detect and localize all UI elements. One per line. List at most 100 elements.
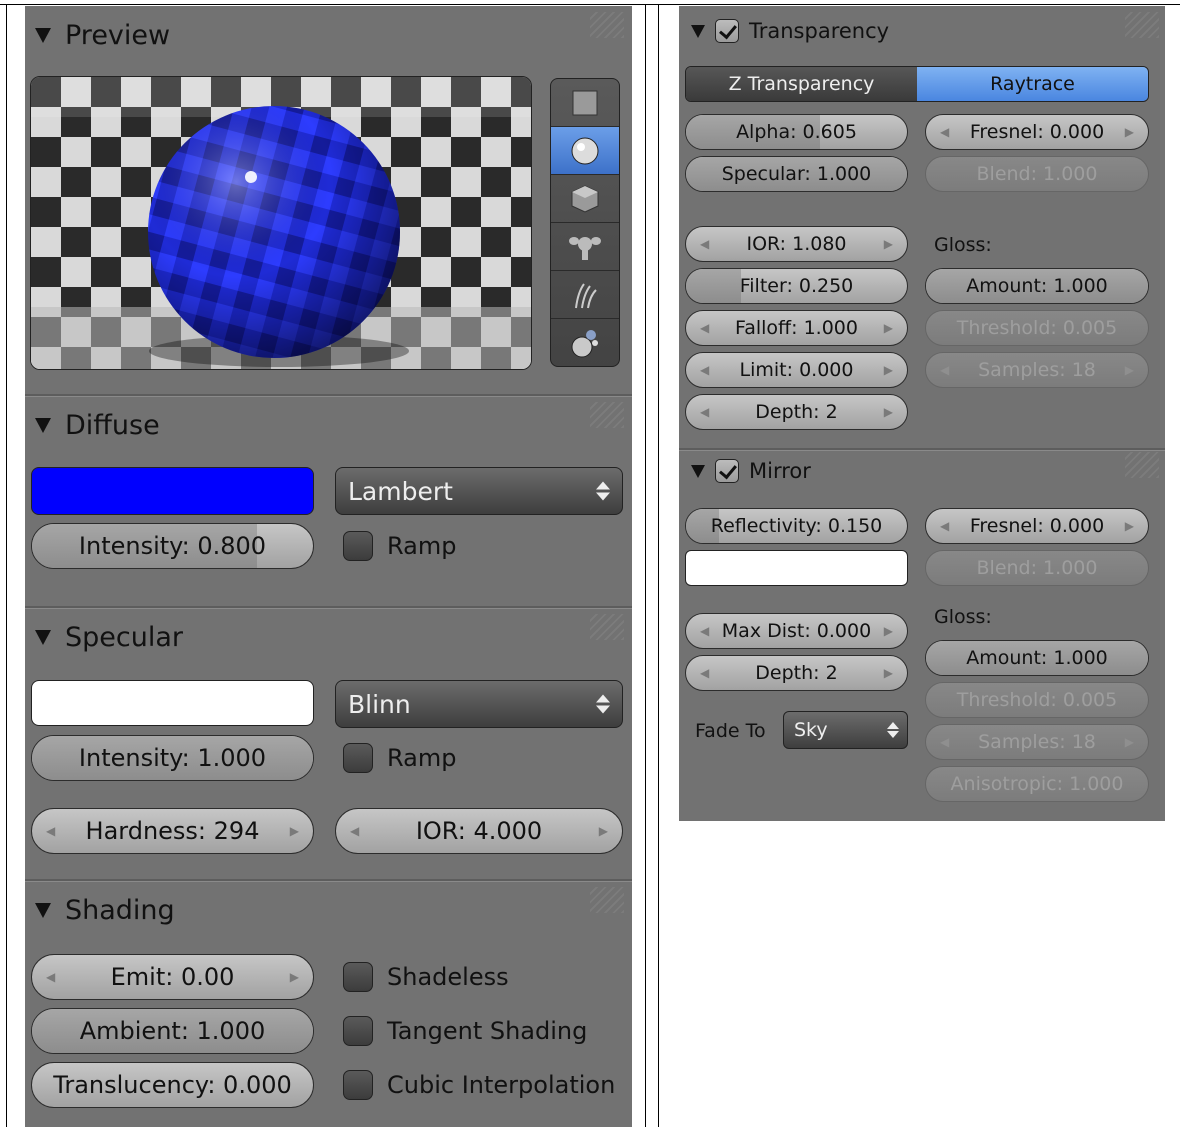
cube-icon xyxy=(571,184,599,213)
transparency-ior-field[interactable]: ◀ IOR: 1.080 ▶ xyxy=(685,226,908,262)
transparency-panel-header[interactable]: Transparency xyxy=(691,19,889,43)
decrement-arrow-icon[interactable]: ◀ xyxy=(700,237,709,251)
transparency-blend-slider[interactable]: Blend: 1.000 xyxy=(925,156,1149,192)
increment-arrow-icon[interactable]: ▶ xyxy=(884,363,893,377)
transparency-limit-field[interactable]: ◀ Limit: 0.000 ▶ xyxy=(685,352,908,388)
shading-panel-header[interactable]: Shading xyxy=(35,895,175,926)
increment-arrow-icon[interactable]: ▶ xyxy=(884,624,893,638)
preview-tab-flat[interactable] xyxy=(551,79,619,127)
decrement-arrow-icon[interactable]: ◀ xyxy=(46,824,55,838)
transparency-alpha-label: Alpha: 0.605 xyxy=(736,121,857,143)
specular-ramp-checkbox[interactable]: Ramp xyxy=(343,743,456,773)
specular-hardness-field[interactable]: ◀ Hardness: 294 ▶ xyxy=(31,808,314,854)
transparency-depth-field[interactable]: ◀ Depth: 2 ▶ xyxy=(685,394,908,430)
decrement-arrow-icon[interactable]: ◀ xyxy=(940,519,949,533)
decrement-arrow-icon[interactable]: ◀ xyxy=(700,666,709,680)
increment-arrow-icon[interactable]: ▶ xyxy=(1125,125,1134,139)
drag-grip-icon[interactable] xyxy=(590,887,624,913)
specular-ior-field[interactable]: ◀ IOR: 4.000 ▶ xyxy=(335,808,623,854)
increment-arrow-icon[interactable]: ▶ xyxy=(290,970,299,984)
z-transparency-button[interactable]: Z Transparency xyxy=(686,67,917,101)
decrement-arrow-icon[interactable]: ◀ xyxy=(350,824,359,838)
increment-arrow-icon[interactable]: ▶ xyxy=(1125,735,1134,749)
preview-tab-sphere[interactable] xyxy=(551,127,619,175)
mirror-fresnel-field[interactable]: ◀ Fresnel: 0.000 ▶ xyxy=(925,508,1149,544)
checkbox-checked-icon[interactable] xyxy=(715,19,739,43)
specular-panel-header[interactable]: Specular xyxy=(35,622,183,653)
mirror-max-dist-field[interactable]: ◀ Max Dist: 0.000 ▶ xyxy=(685,613,908,649)
preview-tab-monkey[interactable] xyxy=(551,223,619,271)
tangent-shading-checkbox[interactable]: Tangent Shading xyxy=(343,1016,587,1046)
diffuse-color-swatch[interactable] xyxy=(31,467,314,515)
drag-grip-icon[interactable] xyxy=(590,614,624,640)
mirror-color-swatch[interactable] xyxy=(685,550,908,586)
transparency-gloss-amount-slider[interactable]: Amount: 1.000 xyxy=(925,268,1149,304)
increment-arrow-icon[interactable]: ▶ xyxy=(599,824,608,838)
diffuse-shader-dropdown[interactable]: Lambert xyxy=(335,467,623,515)
mirror-gloss-amount-slider[interactable]: Amount: 1.000 xyxy=(925,640,1149,676)
flat-icon xyxy=(572,90,598,115)
preview-panel-header[interactable]: Preview xyxy=(35,20,170,51)
diffuse-panel-header[interactable]: Diffuse xyxy=(35,410,160,441)
checkbox-checked-icon[interactable] xyxy=(715,459,739,483)
shading-emit-field[interactable]: ◀ Emit: 0.00 ▶ xyxy=(31,954,314,1000)
mirror-fade-to-dropdown[interactable]: Sky xyxy=(783,711,908,749)
specular-color-swatch[interactable] xyxy=(31,680,314,726)
increment-arrow-icon[interactable]: ▶ xyxy=(290,824,299,838)
preview-tab-cube[interactable] xyxy=(551,175,619,223)
mirror-gloss-label: Gloss: xyxy=(934,606,992,628)
shading-emit-label: Emit: 0.00 xyxy=(110,963,235,991)
mirror-blend-slider[interactable]: Blend: 1.000 xyxy=(925,550,1149,586)
drag-grip-icon[interactable] xyxy=(590,12,624,38)
increment-arrow-icon[interactable]: ▶ xyxy=(1125,363,1134,377)
specular-shader-dropdown[interactable]: Blinn xyxy=(335,680,623,728)
specular-intensity-slider[interactable]: Intensity: 1.000 xyxy=(31,735,314,781)
increment-arrow-icon[interactable]: ▶ xyxy=(1125,519,1134,533)
drag-grip-icon[interactable] xyxy=(590,402,624,428)
mirror-gloss-threshold-slider[interactable]: Threshold: 0.005 xyxy=(925,682,1149,718)
decrement-arrow-icon[interactable]: ◀ xyxy=(940,363,949,377)
decrement-arrow-icon[interactable]: ◀ xyxy=(940,735,949,749)
increment-arrow-icon[interactable]: ▶ xyxy=(884,666,893,680)
specular-shader-value: Blinn xyxy=(348,689,411,719)
decrement-arrow-icon[interactable]: ◀ xyxy=(700,321,709,335)
mirror-panel-header[interactable]: Mirror xyxy=(691,459,811,483)
transparency-alpha-slider[interactable]: Alpha: 0.605 xyxy=(685,114,908,150)
transparency-gloss-samples-field[interactable]: ◀ Samples: 18 ▶ xyxy=(925,352,1149,388)
diffuse-ramp-label: Ramp xyxy=(387,532,457,560)
frame-left-line xyxy=(6,4,7,1127)
transparency-gloss-threshold-slider[interactable]: Threshold: 0.005 xyxy=(925,310,1149,346)
shading-ambient-label: Ambient: 1.000 xyxy=(79,1017,266,1045)
increment-arrow-icon[interactable]: ▶ xyxy=(884,237,893,251)
preview-tab-hair[interactable] xyxy=(551,271,619,319)
drag-grip-icon[interactable] xyxy=(1125,12,1159,38)
decrement-arrow-icon[interactable]: ◀ xyxy=(700,405,709,419)
decrement-arrow-icon[interactable]: ◀ xyxy=(700,624,709,638)
preview-type-tabs xyxy=(550,78,620,367)
increment-arrow-icon[interactable]: ▶ xyxy=(884,321,893,335)
preview-tab-sky[interactable] xyxy=(551,319,619,366)
shadeless-checkbox[interactable]: Shadeless xyxy=(343,962,509,992)
mirror-depth-field[interactable]: ◀ Depth: 2 ▶ xyxy=(685,655,908,691)
transparency-gloss-label: Gloss: xyxy=(934,234,992,256)
transparency-specular-slider[interactable]: Specular: 1.000 xyxy=(685,156,908,192)
shading-translucency-slider[interactable]: Translucency: 0.000 xyxy=(31,1062,314,1108)
transparency-falloff-field[interactable]: ◀ Falloff: 1.000 ▶ xyxy=(685,310,908,346)
raytrace-button[interactable]: Raytrace xyxy=(917,67,1148,101)
shading-ambient-slider[interactable]: Ambient: 1.000 xyxy=(31,1008,314,1054)
drag-grip-icon[interactable] xyxy=(1125,452,1159,478)
mirror-reflectivity-label: Reflectivity: 0.150 xyxy=(710,515,883,537)
mirror-reflectivity-slider[interactable]: Reflectivity: 0.150 xyxy=(685,508,908,544)
increment-arrow-icon[interactable]: ▶ xyxy=(884,405,893,419)
diffuse-title: Diffuse xyxy=(65,410,160,441)
transparency-fresnel-field[interactable]: ◀ Fresnel: 0.000 ▶ xyxy=(925,114,1149,150)
diffuse-intensity-slider[interactable]: Intensity: 0.800 xyxy=(31,523,314,569)
transparency-filter-slider[interactable]: Filter: 0.250 xyxy=(685,268,908,304)
decrement-arrow-icon[interactable]: ◀ xyxy=(940,125,949,139)
cubic-interpolation-checkbox[interactable]: Cubic Interpolation xyxy=(343,1070,615,1100)
mirror-gloss-samples-field[interactable]: ◀ Samples: 18 ▶ xyxy=(925,724,1149,760)
mirror-anisotropic-slider[interactable]: Anisotropic: 1.000 xyxy=(925,766,1149,802)
decrement-arrow-icon[interactable]: ◀ xyxy=(700,363,709,377)
diffuse-ramp-checkbox[interactable]: Ramp xyxy=(343,531,456,561)
decrement-arrow-icon[interactable]: ◀ xyxy=(46,970,55,984)
